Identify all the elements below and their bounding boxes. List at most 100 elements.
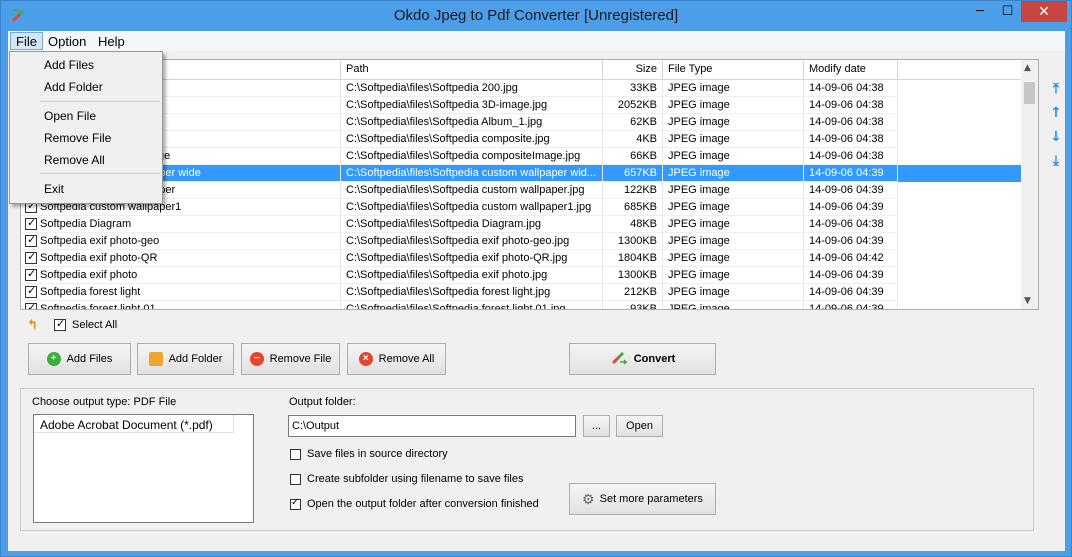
save-in-source-label: Save files in source directory [307, 448, 448, 460]
row-date: 14-09-06 04:38 [804, 131, 898, 148]
menu-option[interactable]: Option [42, 32, 92, 50]
maximize-button[interactable]: ☐ [994, 1, 1021, 22]
move-top-icon[interactable]: ⤒ [1048, 81, 1064, 97]
menu-item-remove-all[interactable]: Remove All [11, 149, 161, 171]
menu-file[interactable]: File [10, 32, 43, 50]
table-row[interactable]: Softpedia exif photo-geoC:\Softpedia\fil… [21, 233, 1021, 250]
add-files-label: Add Files [66, 353, 113, 365]
row-type: JPEG image [663, 250, 804, 267]
row-path: C:\Softpedia\files\Softpedia custom wall… [341, 182, 603, 199]
row-type: JPEG image [663, 148, 804, 165]
row-date: 14-09-06 04:38 [804, 80, 898, 97]
column-path[interactable]: Path [341, 60, 603, 80]
table-row[interactable]: Softpedia compositeImageC:\Softpedia\fil… [21, 148, 1021, 165]
gear-icon: ⚙ [582, 490, 595, 507]
row-date: 14-09-06 04:39 [804, 182, 898, 199]
move-down-icon[interactable]: ↓ [1048, 129, 1064, 145]
column-size[interactable]: Size [603, 60, 663, 80]
table-row[interactable]: Softpedia custom wallpaper wideC:\Softpe… [21, 165, 1021, 182]
table-row[interactable]: Softpedia exif photo-QRC:\Softpedia\file… [21, 250, 1021, 267]
close-button[interactable]: ✕ [1021, 1, 1067, 22]
table-row[interactable]: Softpedia compositeC:\Softpedia\files\So… [21, 131, 1021, 148]
row-type: JPEG image [663, 284, 804, 301]
row-checkbox[interactable] [25, 250, 37, 264]
table-row[interactable]: Softpedia DiagramC:\Softpedia\files\Soft… [21, 216, 1021, 233]
output-type-option-pdf[interactable]: Adobe Acrobat Document (*.pdf) [34, 415, 234, 433]
scroll-up-icon[interactable]: ▲ [1024, 63, 1031, 73]
row-path: C:\Softpedia\files\Softpedia Diagram.jpg [341, 216, 603, 233]
menu-item-exit[interactable]: Exit [11, 178, 161, 200]
row-date: 14-09-06 04:39 [804, 284, 898, 301]
output-type-list[interactable]: Adobe Acrobat Document (*.pdf) [33, 414, 254, 523]
select-all-checkbox[interactable] [54, 317, 66, 331]
menu-item-add-folder[interactable]: Add Folder [11, 76, 161, 98]
row-path: C:\Softpedia\files\Softpedia Album_1.jpg [341, 114, 603, 131]
window-title: Okdo Jpeg to Pdf Converter [Unregistered… [393, 7, 679, 24]
table-row[interactable]: Softpedia Album_1C:\Softpedia\files\Soft… [21, 114, 1021, 131]
row-size: 1804KB [603, 250, 663, 267]
folder-icon [148, 352, 163, 366]
add-folder-button[interactable]: Add Folder [137, 343, 234, 375]
row-size: 62KB [603, 114, 663, 131]
create-subfolder-checkbox[interactable] [290, 474, 301, 485]
title-bar[interactable]: Okdo Jpeg to Pdf Converter [Unregistered… [1, 1, 1071, 31]
table-row[interactable]: Softpedia 200C:\Softpedia\files\Softpedi… [21, 80, 1021, 97]
column-modify-date[interactable]: Modify date [804, 60, 898, 80]
table-row[interactable]: Softpedia forest light 01C:\Softpedia\fi… [21, 301, 1021, 309]
row-name: Softpedia exif photo-geo [21, 233, 341, 250]
vertical-scrollbar[interactable]: ▲ ▼ [1021, 60, 1038, 309]
column-file-type[interactable]: File Type [663, 60, 804, 80]
add-files-button[interactable]: + Add Files [28, 343, 131, 375]
remove-file-button[interactable]: − Remove File [241, 343, 340, 375]
row-path: C:\Softpedia\files\Softpedia 3D-image.jp… [341, 97, 603, 114]
row-size: 212KB [603, 284, 663, 301]
remove-all-button[interactable]: × Remove All [347, 343, 446, 375]
row-size: 2052KB [603, 97, 663, 114]
menu-item-open-file[interactable]: Open File [11, 105, 161, 127]
client-area: File Option Help Name Path Size File Typ… [8, 31, 1065, 551]
row-checkbox[interactable] [25, 301, 37, 309]
table-row[interactable]: Softpedia custom wallpaperC:\Softpedia\f… [21, 182, 1021, 199]
row-type: JPEG image [663, 97, 804, 114]
row-name: Softpedia Diagram [21, 216, 341, 233]
menu-item-add-files[interactable]: Add Files [11, 54, 161, 76]
remove-icon: − [249, 352, 264, 366]
set-more-parameters-button[interactable]: ⚙ Set more parameters [569, 483, 716, 515]
save-in-source-checkbox[interactable] [290, 449, 301, 460]
menu-item-remove-file[interactable]: Remove File [11, 127, 161, 149]
minimize-button[interactable]: ─ [966, 1, 994, 22]
move-bottom-icon[interactable]: ⤓ [1048, 153, 1064, 169]
file-menu-dropdown: Add Files Add Folder Open File Remove Fi… [9, 51, 163, 204]
table-row[interactable]: Softpedia custom wallpaper1C:\Softpedia\… [21, 199, 1021, 216]
file-list[interactable]: Name Path Size File Type Modify date Sof… [20, 59, 1039, 310]
menu-separator [40, 101, 160, 102]
table-row[interactable]: Softpedia 3D-imageC:\Softpedia\files\Sof… [21, 97, 1021, 114]
select-all-label: Select All [72, 319, 118, 331]
table-row[interactable]: Softpedia exif photoC:\Softpedia\files\S… [21, 267, 1021, 284]
row-name: Softpedia exif photo-QR [21, 250, 341, 267]
row-type: JPEG image [663, 131, 804, 148]
row-date: 14-09-06 04:38 [804, 148, 898, 165]
menu-help[interactable]: Help [92, 32, 131, 50]
output-folder-input[interactable] [288, 415, 576, 437]
move-up-icon[interactable]: ↑ [1048, 105, 1064, 121]
browse-button[interactable]: ... [583, 415, 610, 437]
row-path: C:\Softpedia\files\Softpedia composite.j… [341, 131, 603, 148]
row-checkbox[interactable] [25, 267, 37, 281]
row-type: JPEG image [663, 216, 804, 233]
scroll-down-icon[interactable]: ▼ [1024, 296, 1031, 306]
row-checkbox[interactable] [25, 284, 37, 298]
convert-button[interactable]: Convert [569, 343, 716, 375]
output-folder-label: Output folder: [289, 396, 356, 408]
scroll-thumb[interactable] [1024, 82, 1035, 104]
row-path: C:\Softpedia\files\Softpedia forest ligh… [341, 301, 603, 309]
row-checkbox[interactable] [25, 216, 37, 230]
up-folder-icon[interactable]: ↰ [27, 318, 38, 333]
open-button[interactable]: Open [616, 415, 663, 437]
row-name: Softpedia forest light 01 [21, 301, 341, 309]
open-output-after-checkbox[interactable] [290, 497, 301, 510]
row-size: 122KB [603, 182, 663, 199]
row-type: JPEG image [663, 114, 804, 131]
table-row[interactable]: Softpedia forest lightC:\Softpedia\files… [21, 284, 1021, 301]
row-checkbox[interactable] [25, 233, 37, 247]
